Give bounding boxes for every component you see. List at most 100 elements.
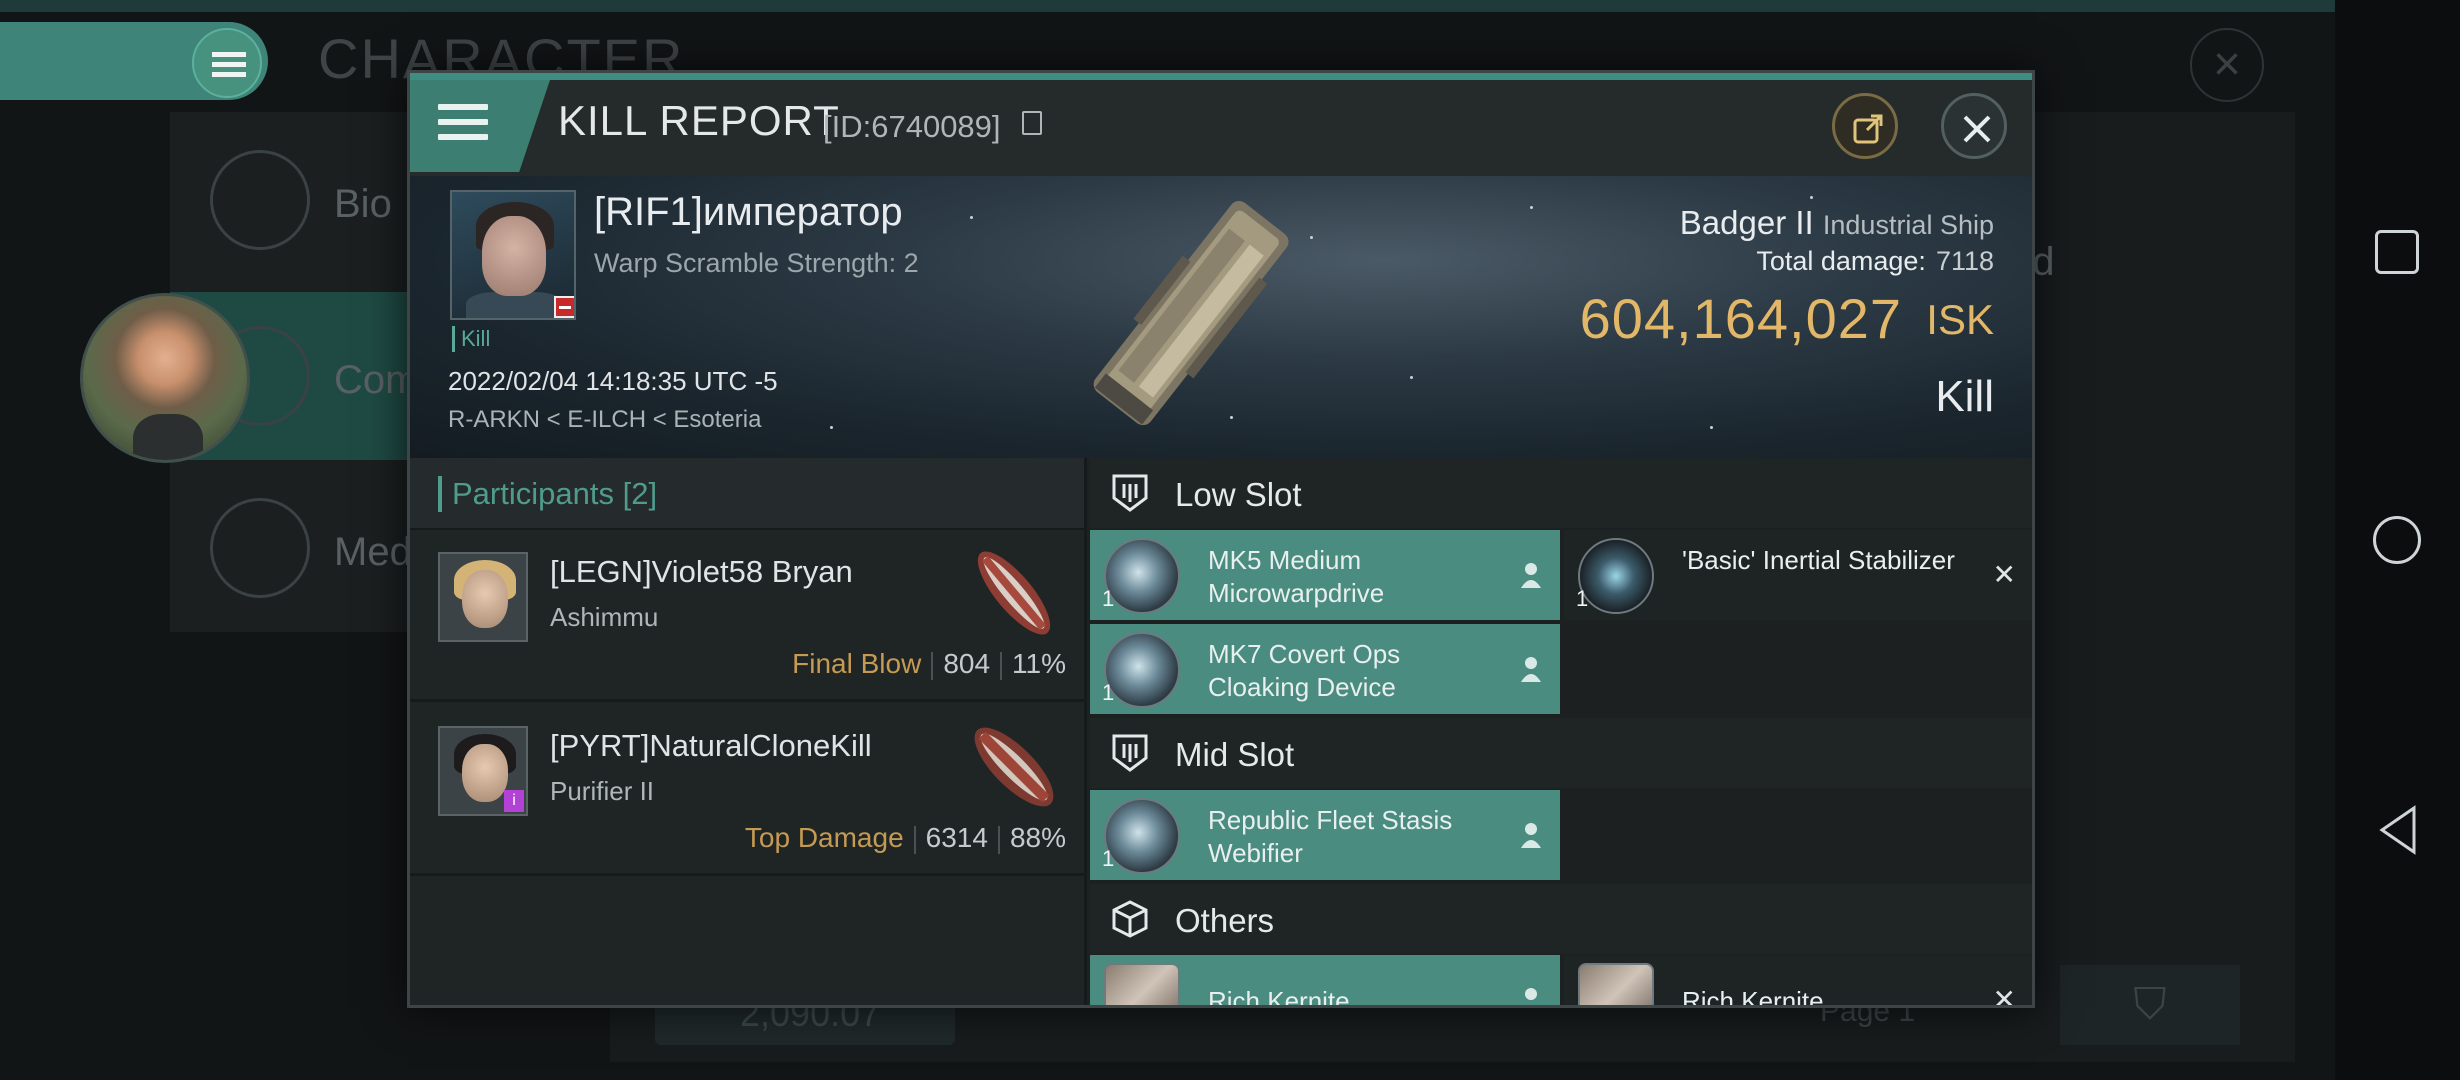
kill-id: [ID:6740089] bbox=[823, 109, 1001, 144]
victim-portrait[interactable] bbox=[450, 190, 576, 320]
share-icon bbox=[1853, 114, 1883, 144]
destroyed-mark-icon: ✕ bbox=[1992, 984, 2016, 1008]
person-icon bbox=[1521, 563, 1541, 588]
participants-count: [2] bbox=[622, 476, 658, 511]
participant-percent: 11% bbox=[1012, 648, 1066, 679]
participant-ship-image bbox=[974, 727, 1054, 807]
low-slot-title: Low Slot bbox=[1175, 476, 1302, 513]
item-quantity: 1 bbox=[1102, 586, 1115, 611]
cargo-item[interactable]: Rich Kernite ✕ bbox=[1564, 955, 2032, 1008]
kill-location[interactable]: R-ARKN < E-ILCH < Esoteria bbox=[448, 406, 761, 434]
kill-summary: [RIF1]император Warp Scramble Strength: … bbox=[410, 176, 2032, 458]
ship-image bbox=[1093, 200, 1289, 426]
fitted-item[interactable]: 1 'Basic' Inertial Stabilizer ✕ bbox=[1564, 530, 2032, 622]
sidebar-item-label: Com bbox=[334, 358, 419, 402]
person-icon bbox=[1521, 823, 1541, 848]
hamburger-icon bbox=[438, 104, 488, 148]
sidebar-item-label: Med bbox=[334, 530, 412, 574]
info-badge-icon: i bbox=[504, 790, 524, 812]
share-button[interactable] bbox=[1832, 93, 1898, 159]
fitted-item[interactable]: 1 MK7 Covert Ops Cloaking Device bbox=[1090, 624, 1560, 716]
participants-panel: Participants [2] [LEGN]Violet58 Bryan As… bbox=[410, 458, 1087, 1005]
item-name: Rich Kernite bbox=[1208, 986, 1350, 1008]
star-icon bbox=[210, 498, 310, 598]
background-topbar bbox=[0, 0, 2335, 12]
victim-name[interactable]: [RIF1]император bbox=[594, 190, 903, 235]
background-close-icon[interactable]: × bbox=[2190, 28, 2264, 102]
kill-result: Kill bbox=[1935, 372, 1994, 421]
participant-row[interactable]: [LEGN]Violet58 Bryan Ashimmu Final Blow 8… bbox=[410, 530, 1084, 702]
close-button[interactable] bbox=[1941, 93, 2007, 159]
copy-icon[interactable] bbox=[1022, 111, 1042, 135]
participant-percent: 88% bbox=[1009, 822, 1066, 853]
participant-portrait bbox=[438, 552, 528, 642]
item-name: Republic Fleet Stasis Webifier bbox=[1208, 805, 1453, 868]
ore-icon bbox=[1578, 963, 1654, 1005]
total-damage: Total damage: 7118 bbox=[1756, 246, 1994, 277]
item-quantity: 1 bbox=[1102, 680, 1115, 705]
mid-slot-header: Mid Slot bbox=[1090, 718, 2032, 788]
module-icon bbox=[1104, 798, 1180, 874]
others-header: Others bbox=[1090, 884, 2032, 954]
fitting-panel: Low Slot 1 MK5 Medium Microwarpdrive 1 '… bbox=[1090, 458, 2032, 1008]
ship-class: Industrial Ship bbox=[1822, 210, 1994, 240]
low-slot-header: Low Slot bbox=[1090, 458, 2032, 528]
kill-datetime: 2022/02/04 14:18:35 UTC -5 bbox=[448, 366, 778, 396]
dialog-accent-line bbox=[410, 73, 2032, 80]
low-slot-icon bbox=[1112, 474, 1148, 512]
participant-damage: 6314 bbox=[925, 822, 988, 853]
module-icon bbox=[1578, 538, 1654, 614]
item-name: Rich Kernite bbox=[1682, 986, 1824, 1008]
list-icon bbox=[210, 150, 310, 250]
participants-title-text: Participants bbox=[452, 476, 614, 511]
floating-avatar[interactable] bbox=[80, 293, 250, 463]
participant-row[interactable]: i [PYRT]NaturalCloneKill Purifier II Top… bbox=[410, 704, 1084, 876]
participant-stats: Top Damage 6314 88% bbox=[745, 822, 1066, 854]
others-title: Others bbox=[1175, 902, 1275, 939]
person-icon bbox=[1521, 657, 1541, 682]
total-damage-label: Total damage: bbox=[1756, 246, 1926, 276]
ship-name[interactable]: Badger II Industrial Ship bbox=[1680, 204, 1994, 242]
destroyed-mark-icon: ✕ bbox=[1992, 559, 2016, 590]
mid-slot-icon bbox=[1112, 734, 1148, 772]
item-quantity: 1 bbox=[1102, 846, 1115, 871]
kill-tag: Kill bbox=[452, 326, 490, 352]
item-name: MK5 Medium Microwarpdrive bbox=[1208, 545, 1385, 608]
hostile-status-icon bbox=[554, 296, 574, 318]
participant-ship: Ashimmu bbox=[550, 602, 659, 632]
participants-title: Participants [2] bbox=[438, 476, 657, 512]
fitted-item[interactable]: 1 Republic Fleet Stasis Webifier bbox=[1090, 790, 1560, 882]
sidebar-item-label: Bio bbox=[334, 182, 392, 226]
ship-name-text: Badger II bbox=[1679, 204, 1814, 241]
mid-slot-title: Mid Slot bbox=[1175, 736, 1295, 773]
background-menu-icon[interactable] bbox=[192, 28, 262, 98]
participant-damage: 804 bbox=[943, 648, 991, 679]
participant-stats: Final Blow 804 11% bbox=[792, 648, 1066, 680]
filter-icon[interactable]: ⛉ bbox=[2060, 965, 2240, 1045]
top-damage-label: Top Damage bbox=[744, 822, 904, 853]
person-icon bbox=[1525, 988, 1537, 1000]
recent-apps-icon[interactable] bbox=[2375, 230, 2419, 274]
total-damage-value: 7118 bbox=[1935, 246, 1994, 276]
participant-ship: Purifier II bbox=[550, 776, 655, 806]
close-icon bbox=[1963, 115, 1991, 143]
module-icon bbox=[1104, 632, 1180, 708]
participant-name: [LEGN]Violet58 Bryan bbox=[550, 554, 853, 589]
screen: CHARACTER × Bio Com Med ed 2,090.07 Page… bbox=[0, 0, 2460, 1080]
participant-ship-image bbox=[977, 551, 1051, 635]
isk-value: 604,164,027 bbox=[1579, 287, 1902, 350]
dialog-title: KILL REPORT bbox=[558, 97, 840, 144]
cargo-item[interactable]: Rich Kernite bbox=[1090, 955, 1560, 1008]
item-name: 'Basic' Inertial Stabilizer bbox=[1682, 545, 1955, 575]
item-quantity: 1 bbox=[1576, 586, 1589, 611]
fitted-item[interactable]: 1 MK5 Medium Microwarpdrive bbox=[1090, 530, 1560, 622]
isk-unit: ISK bbox=[1926, 296, 1994, 343]
home-icon[interactable] bbox=[2373, 516, 2421, 564]
cargo-icon bbox=[1112, 900, 1148, 938]
back-icon[interactable] bbox=[2378, 805, 2418, 855]
participant-portrait: i bbox=[438, 726, 528, 816]
kill-report-dialog: KILL REPORT [ID:6740089] [RIF1]император… bbox=[407, 70, 2035, 1008]
participant-name: [PYRT]NaturalCloneKill bbox=[550, 728, 872, 763]
warp-scramble-text: Warp Scramble Strength: 2 bbox=[594, 248, 919, 278]
item-name: MK7 Covert Ops Cloaking Device bbox=[1208, 639, 1401, 702]
